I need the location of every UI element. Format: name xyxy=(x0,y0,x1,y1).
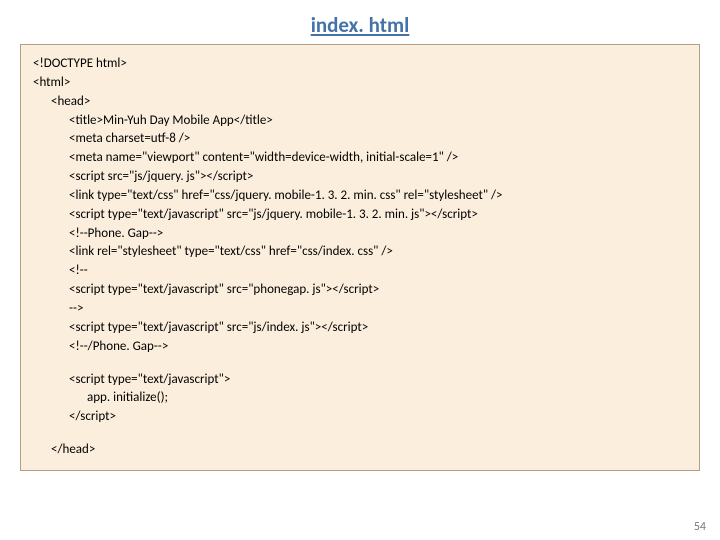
code-line: <script type="text/javascript"> xyxy=(33,371,687,390)
code-line: <link type="text/css" href="css/jquery. … xyxy=(33,187,687,206)
code-line: <head> xyxy=(33,93,687,112)
code-line: <meta charset=utf-8 /> xyxy=(33,130,687,149)
code-line: <html> xyxy=(33,74,687,93)
code-line: <script src="js/jquery. js"></script> xyxy=(33,168,687,187)
code-line: <link rel="stylesheet" type="text/css" h… xyxy=(33,243,687,262)
page-number: 54 xyxy=(694,520,706,534)
code-line: <title>Min-Yuh Day Mobile App</title> xyxy=(33,112,687,131)
code-line: </script> xyxy=(33,408,687,427)
code-line: <!DOCTYPE html> xyxy=(33,55,687,74)
code-line: <meta name="viewport" content="width=dev… xyxy=(33,149,687,168)
blank-line xyxy=(33,357,687,371)
code-line: --> xyxy=(33,300,687,319)
code-line: <!--Phone. Gap--> xyxy=(33,225,687,244)
code-line: <script type="text/javascript" src="js/j… xyxy=(33,206,687,225)
slide-title: index. html xyxy=(20,12,700,38)
code-line: </head> xyxy=(33,441,687,460)
code-line: <!--/Phone. Gap--> xyxy=(33,338,687,357)
code-line: <!-- xyxy=(33,262,687,281)
code-line: app. initialize(); xyxy=(33,389,687,408)
code-line: <script type="text/javascript" src="js/i… xyxy=(33,319,687,338)
code-box: <!DOCTYPE html> <html> <head> <title>Min… xyxy=(20,44,700,471)
code-line: <script type="text/javascript" src="phon… xyxy=(33,281,687,300)
blank-line xyxy=(33,427,687,441)
